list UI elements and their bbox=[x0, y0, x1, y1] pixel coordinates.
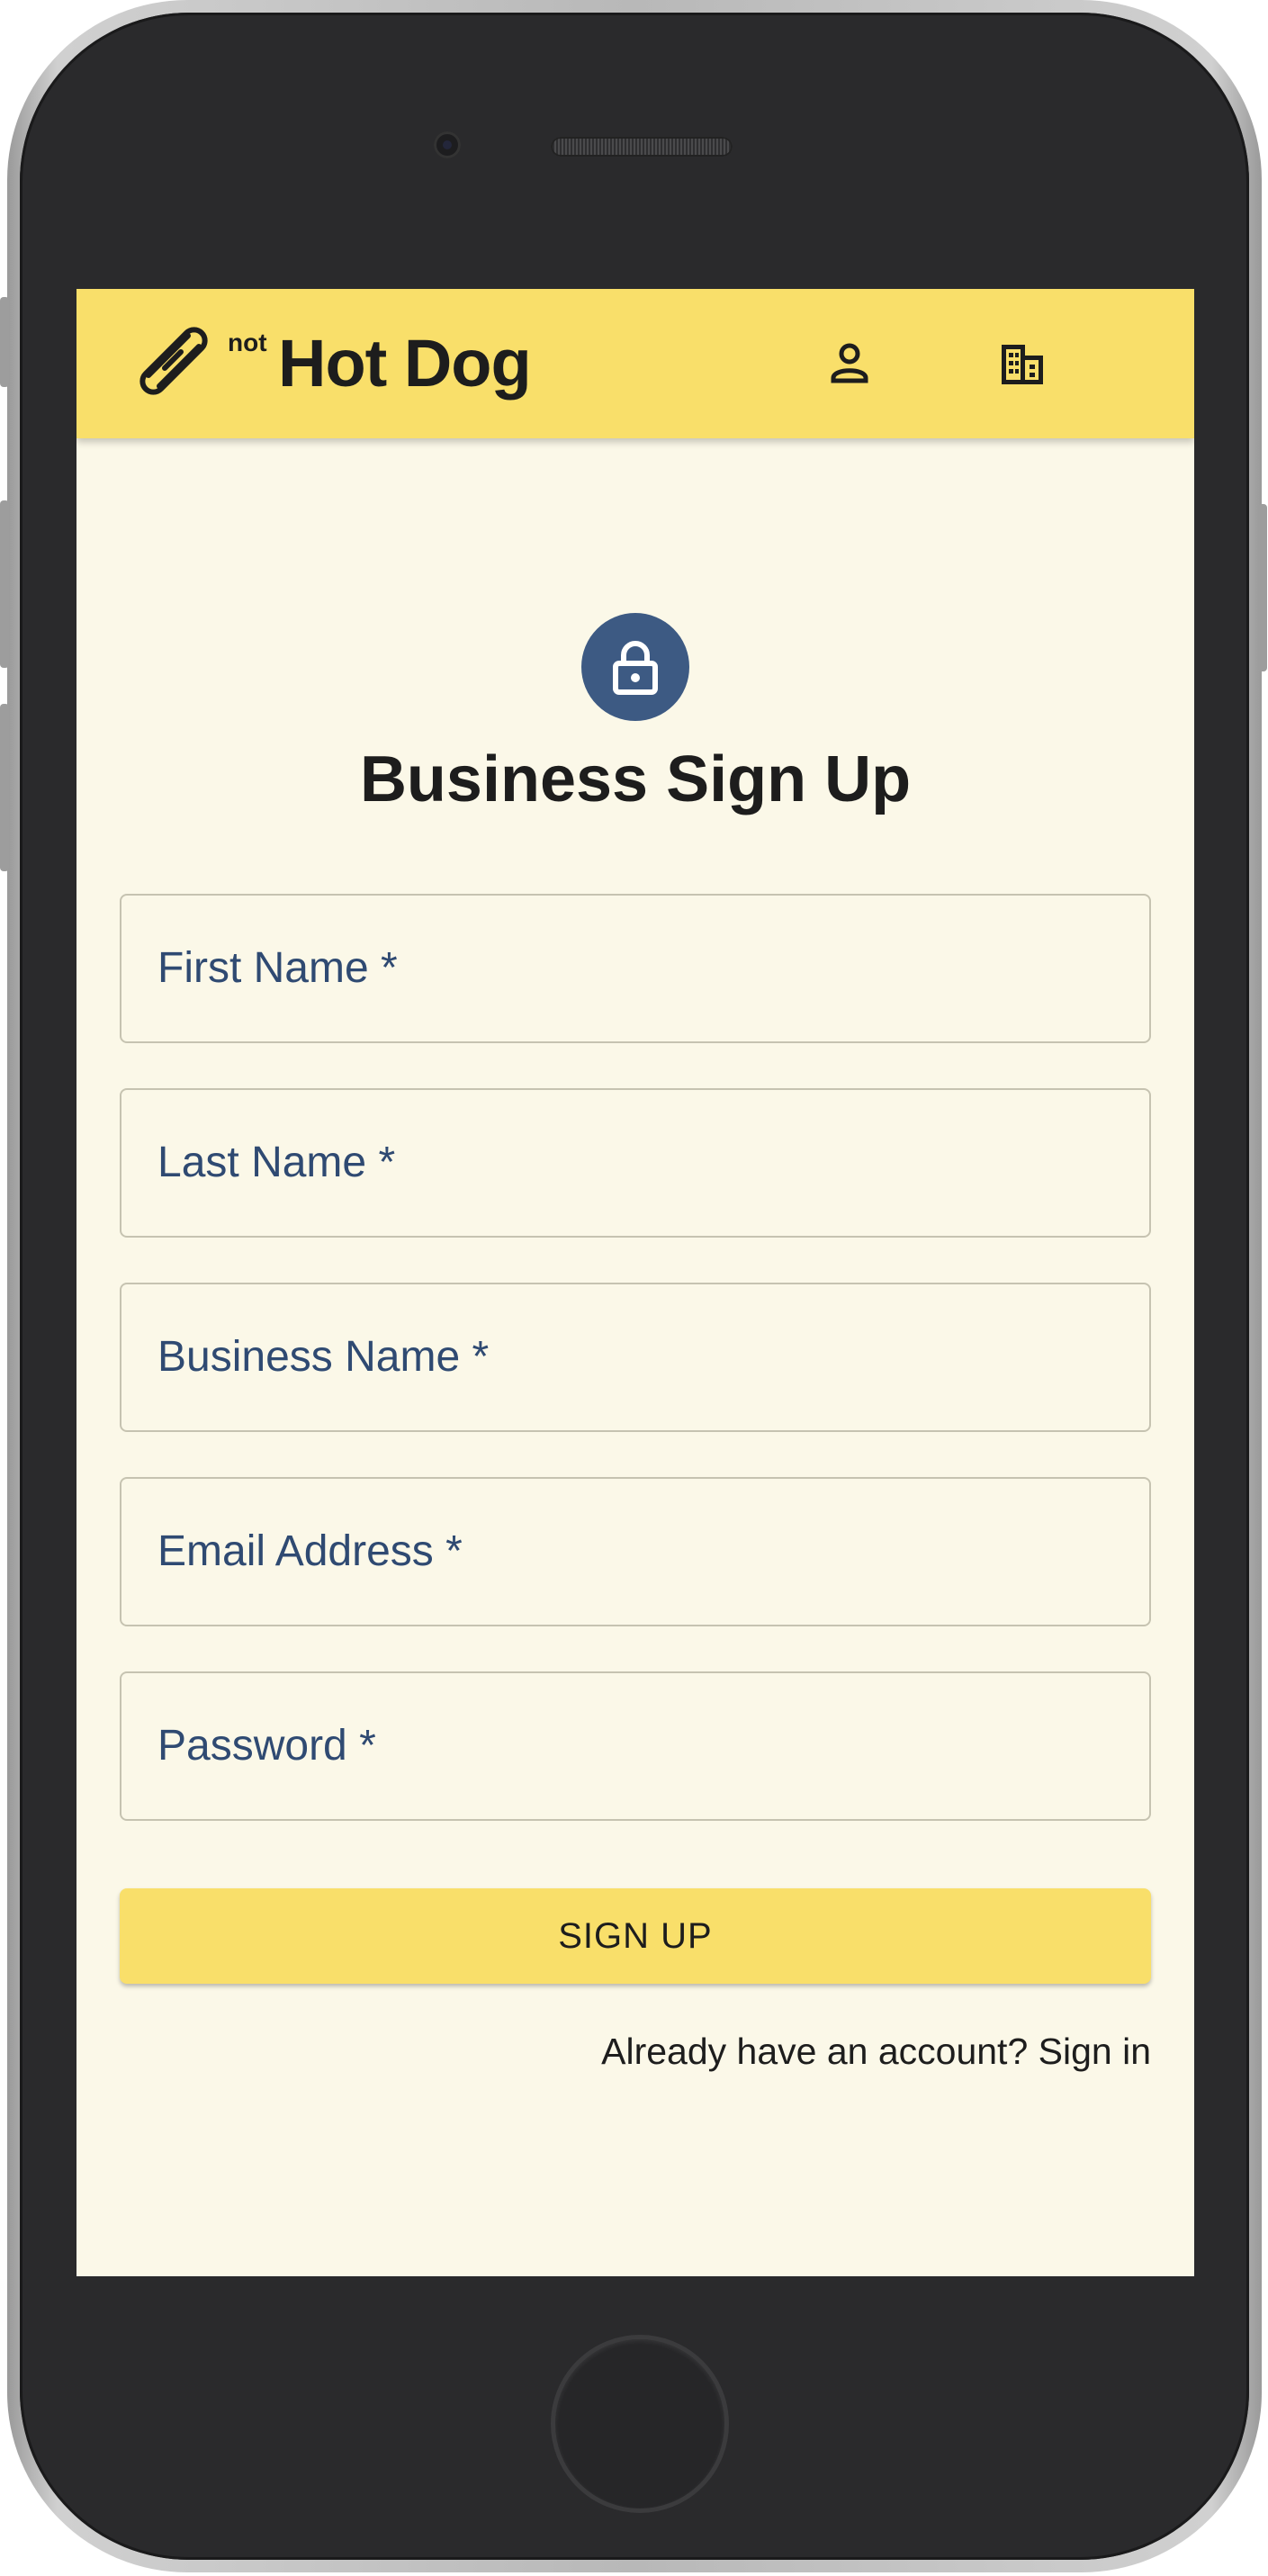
sign-up-button[interactable]: SIGN UP bbox=[120, 1888, 1151, 1984]
business-button[interactable] bbox=[993, 334, 1052, 393]
phone-frame: not Hot Dog Business Sign Up First Name … bbox=[0, 0, 1267, 2572]
password-label: Password * bbox=[157, 1722, 376, 1770]
user-button[interactable] bbox=[820, 334, 879, 393]
page-title: Business Sign Up bbox=[359, 743, 912, 815]
first-name-label: First Name * bbox=[157, 944, 398, 992]
earpiece-speaker bbox=[551, 137, 733, 157]
business-name-label: Business Name * bbox=[157, 1333, 490, 1381]
hotdog-icon bbox=[139, 327, 208, 395]
last-name-label: Last Name * bbox=[157, 1139, 396, 1186]
business-name-field[interactable]: Business Name * bbox=[120, 1283, 1151, 1432]
email-label: Email Address * bbox=[157, 1527, 463, 1575]
last-name-field[interactable]: Last Name * bbox=[120, 1088, 1151, 1238]
brand-prefix: not bbox=[228, 329, 267, 356]
password-field[interactable]: Password * bbox=[120, 1671, 1151, 1821]
sign-in-link[interactable]: Already have an account? Sign in bbox=[601, 2026, 1151, 2076]
power-button bbox=[1258, 504, 1267, 671]
volume-down-button bbox=[0, 704, 9, 871]
first-name-field[interactable]: First Name * bbox=[120, 894, 1151, 1043]
app-bar: not Hot Dog bbox=[76, 289, 1194, 438]
user-icon bbox=[831, 343, 868, 383]
app-screen: not Hot Dog Business Sign Up First Name … bbox=[76, 289, 1194, 2276]
lock-avatar bbox=[581, 613, 689, 721]
front-camera bbox=[434, 131, 461, 158]
lock-icon bbox=[613, 641, 658, 695]
email-field[interactable]: Email Address * bbox=[120, 1477, 1151, 1626]
brand-name[interactable]: Hot Dog bbox=[278, 325, 532, 402]
home-button[interactable] bbox=[551, 2335, 729, 2513]
silent-switch bbox=[0, 297, 9, 387]
volume-up-button bbox=[0, 500, 9, 668]
building-icon bbox=[1002, 345, 1043, 384]
